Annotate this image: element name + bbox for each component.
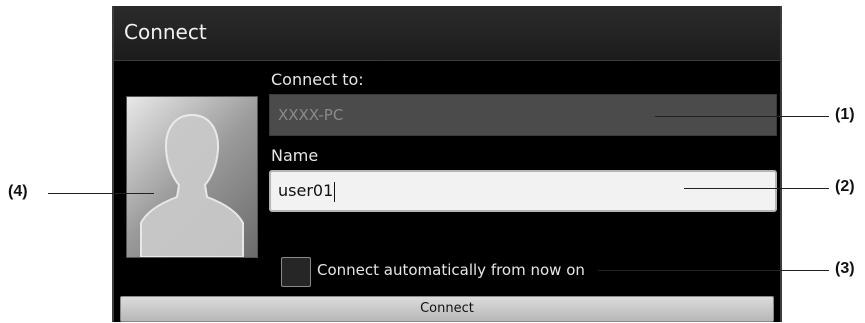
connect-dialog: Connect Connect to: XXXX-PC Name user01 …: [112, 6, 782, 322]
name-label: Name: [271, 146, 319, 165]
callout-1-leader: [655, 116, 829, 117]
callout-2: (2): [835, 178, 855, 195]
text-caret: [334, 181, 336, 202]
auto-connect-label: Connect automatically from now on: [317, 261, 585, 279]
name-input-value: user01: [278, 181, 334, 200]
user-silhouette-icon: [126, 96, 258, 258]
callout-2-leader: [684, 188, 829, 189]
callout-4-leader: [48, 193, 154, 194]
callout-3: (3): [835, 260, 855, 277]
dialog-title-bar: Connect: [114, 6, 780, 61]
callout-1: (1): [835, 106, 855, 123]
name-input[interactable]: user01: [269, 170, 777, 212]
connect-button[interactable]: Connect: [120, 296, 774, 322]
auto-connect-checkbox[interactable]: [281, 257, 311, 287]
dialog-title: Connect: [124, 20, 207, 44]
callout-3-leader: [598, 270, 829, 271]
connect-to-label: Connect to:: [271, 70, 364, 89]
callout-4: (4): [8, 183, 28, 200]
host-field[interactable]: XXXX-PC: [269, 94, 777, 136]
